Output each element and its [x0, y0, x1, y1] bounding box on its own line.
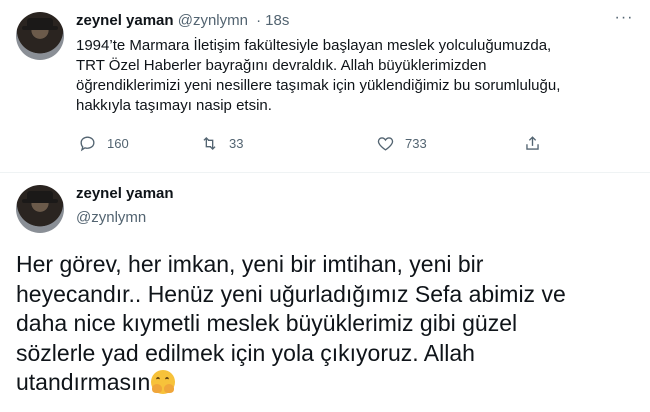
tweet-text: Her görev, her imkan, yeni bir imtihan, … [16, 250, 636, 398]
tweet-text-line: sözlerle yad edilmek için yola çıkıyoruz… [16, 339, 475, 366]
reply-count: 160 [107, 136, 129, 151]
tweet-header: zeynel yaman @zynlymn · 18s [76, 12, 289, 29]
tweet-text-fragment: utandırmasın [16, 369, 151, 395]
avatar[interactable] [16, 12, 64, 60]
tweet-reply[interactable]: zeynel yaman @zynlymn · 18s ··· 1994’te M… [0, 0, 650, 173]
display-name[interactable]: zeynel yaman [76, 185, 174, 202]
tweet-text-line: Her görev, her imkan, yeni bir imtihan, … [16, 251, 484, 277]
like-button[interactable]: 733 [376, 134, 427, 153]
share-icon [526, 136, 539, 150]
display-name[interactable]: zeynel yaman [76, 12, 174, 29]
tweet-text-line: öğrendiklerimizi yeni nesillere taşımak … [76, 77, 561, 94]
like-count: 733 [405, 136, 427, 151]
tweet-text-line: utandırmasın [16, 368, 636, 398]
avatar[interactable] [16, 185, 64, 233]
hugging-face-emoji-icon [151, 370, 176, 394]
user-handle[interactable]: @zynlymn [178, 12, 248, 29]
more-options-icon[interactable]: ··· [612, 8, 636, 28]
tweet-text-line: hakkıyla taşımayı nasip etsin. [76, 97, 272, 114]
tweet-text-line: TRT Özel Haberler bayrağını devraldık. A… [76, 57, 487, 74]
retweet-button[interactable]: 33 [200, 134, 243, 153]
user-handle[interactable]: @zynlymn [76, 209, 146, 226]
share-button[interactable] [523, 134, 542, 153]
retweet-icon [203, 137, 216, 150]
tweet-text-line: daha nice kıymetli meslek büyüklerimiz g… [16, 310, 518, 336]
tweet-text-line: heyecandır.. Henüz yeni uğurladığımız Se… [16, 280, 566, 307]
timestamp[interactable]: 18s [265, 12, 289, 29]
reply-button[interactable]: 160 [78, 134, 129, 153]
retweet-count: 33 [229, 136, 244, 151]
tweet-text-line: 1994’te Marmara İletişim fakültesiyle ba… [76, 37, 552, 54]
reply-icon [80, 136, 95, 152]
separator: · [256, 12, 262, 29]
heart-icon [377, 137, 394, 151]
tweet-actions: 160 33 733 [76, 134, 546, 154]
tweet-text: 1994’te Marmara İletişim fakültesiyle ba… [76, 36, 636, 116]
